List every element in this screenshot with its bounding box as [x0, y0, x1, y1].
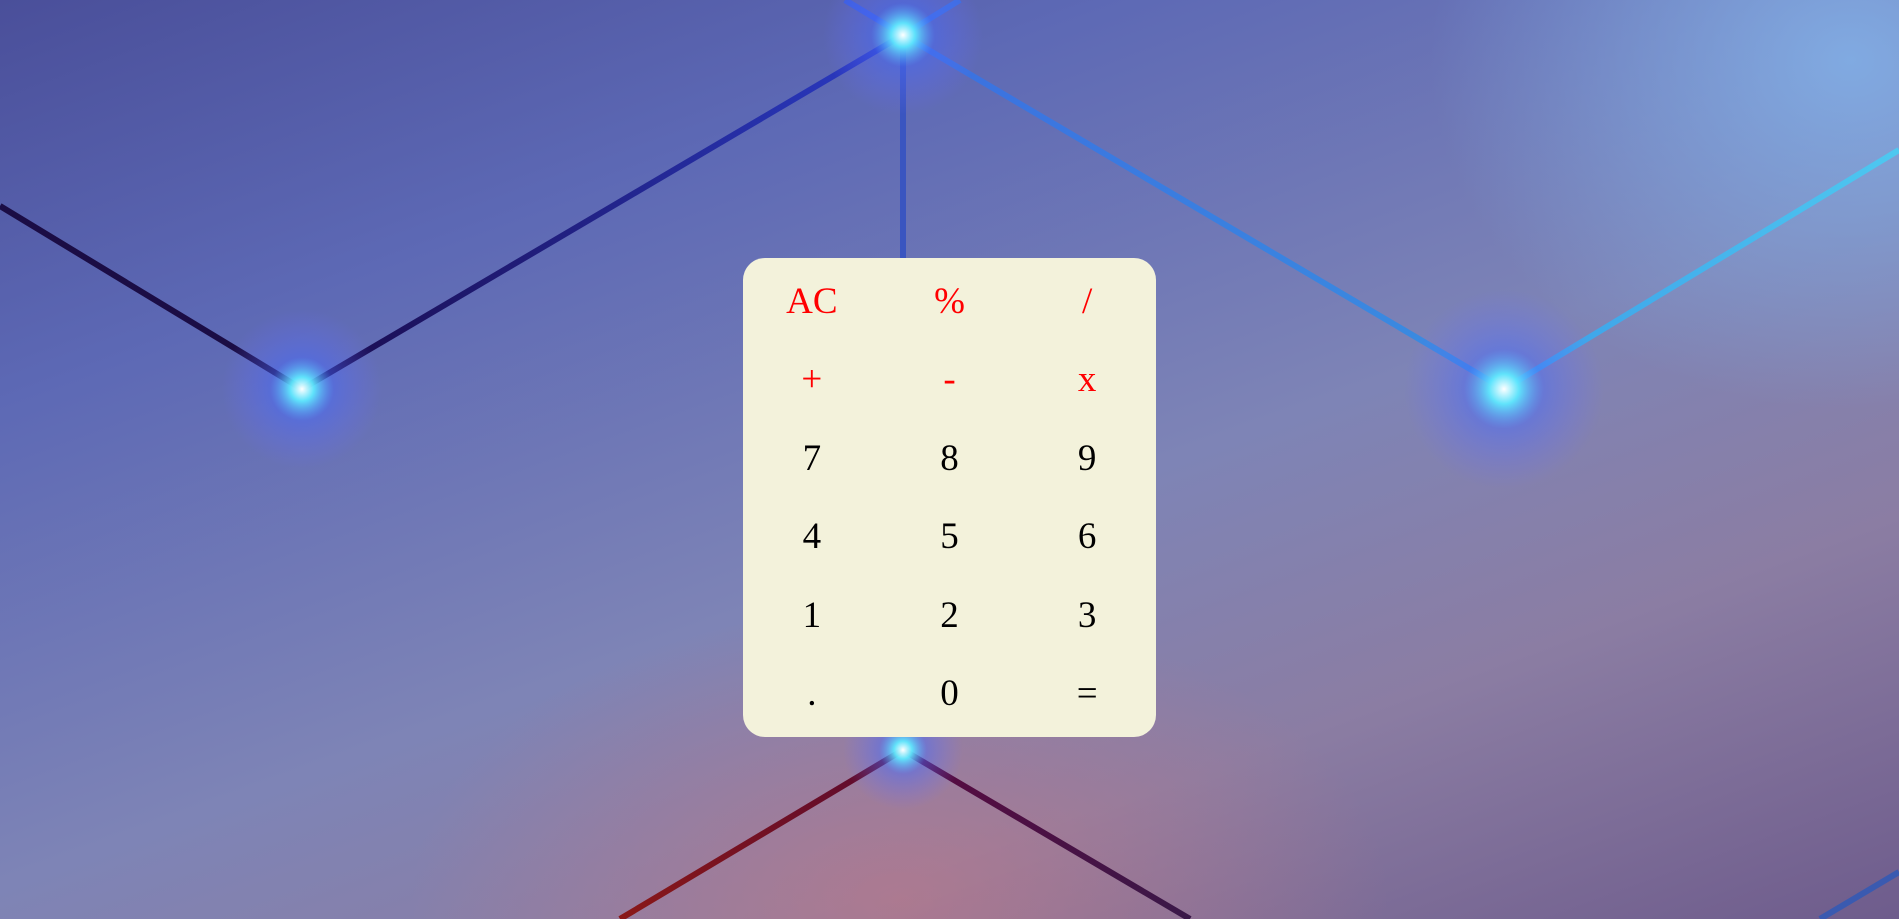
- digit-1-button[interactable]: 1: [743, 576, 881, 655]
- digit-8-button[interactable]: 8: [881, 419, 1019, 498]
- add-button[interactable]: +: [743, 341, 881, 420]
- subtract-button[interactable]: -: [881, 341, 1019, 420]
- calculator-keypad: AC% / + - x 7 8 9 4 5 6 1 2 3. 0 =: [743, 258, 1156, 737]
- digit-5-button[interactable]: 5: [881, 498, 1019, 577]
- glow-node-left: [222, 309, 382, 469]
- percent-button[interactable]: %: [881, 262, 1019, 341]
- decimal-point-button[interactable]: .: [743, 655, 881, 734]
- digit-9-button[interactable]: 9: [1018, 419, 1156, 498]
- equals-button[interactable]: =: [1018, 655, 1156, 734]
- glow-node-right: [1404, 289, 1604, 489]
- all-clear-button[interactable]: AC: [743, 262, 881, 341]
- digit-7-button[interactable]: 7: [743, 419, 881, 498]
- digit-2-button[interactable]: 2: [881, 576, 1019, 655]
- digit-0-button[interactable]: 0: [881, 655, 1019, 734]
- digit-3-button[interactable]: 3: [1018, 576, 1156, 655]
- divide-button[interactable]: /: [1018, 262, 1156, 341]
- multiply-button[interactable]: x: [1018, 341, 1156, 420]
- glow-node-top: [823, 0, 983, 115]
- digit-4-button[interactable]: 4: [743, 498, 881, 577]
- digit-6-button[interactable]: 6: [1018, 498, 1156, 577]
